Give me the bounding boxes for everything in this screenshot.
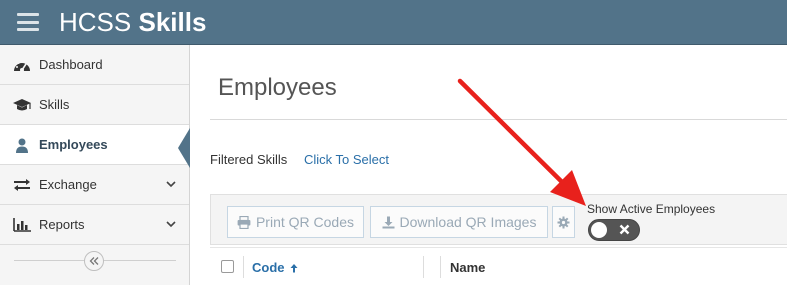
download-qr-images-label: Download QR Images bbox=[399, 214, 537, 230]
collapse-sidebar-button[interactable] bbox=[84, 251, 104, 271]
gear-icon bbox=[557, 216, 570, 228]
print-qr-codes-label: Print QR Codes bbox=[255, 214, 355, 230]
click-to-select-link[interactable]: Click To Select bbox=[304, 152, 389, 168]
menu-icon[interactable] bbox=[17, 13, 39, 31]
exchange-icon bbox=[12, 177, 32, 193]
sidebar-item-label: Dashboard bbox=[39, 57, 103, 72]
close-icon bbox=[619, 224, 630, 235]
column-separator bbox=[440, 256, 441, 278]
double-chevron-left-icon bbox=[89, 257, 99, 265]
column-separator bbox=[243, 256, 244, 278]
filtered-skills-label: Filtered Skills bbox=[210, 152, 288, 167]
top-bar: HCSS Skills bbox=[0, 0, 787, 45]
print-icon bbox=[237, 215, 251, 229]
sort-ascending-icon bbox=[290, 264, 298, 273]
column-header-code[interactable]: Code bbox=[252, 260, 285, 276]
user-icon bbox=[12, 137, 32, 153]
show-active-employees-label: Show Active Employees bbox=[587, 202, 716, 216]
sidebar-item-label: Reports bbox=[39, 217, 85, 232]
sidebar-item-skills[interactable]: Skills bbox=[0, 85, 189, 125]
sidebar-item-label: Skills bbox=[39, 97, 70, 112]
sidebar: Dashboard Skills Employees Exchange Repo… bbox=[0, 45, 190, 285]
graduation-cap-icon bbox=[12, 97, 32, 113]
toggle-knob bbox=[591, 222, 607, 238]
print-qr-codes-button[interactable]: Print QR Codes bbox=[227, 206, 364, 238]
sidebar-item-exchange[interactable]: Exchange bbox=[0, 165, 189, 205]
column-separator bbox=[423, 256, 424, 278]
show-active-employees-toggle[interactable] bbox=[588, 219, 640, 241]
page-title: Employees bbox=[218, 74, 337, 101]
sidebar-item-label: Employees bbox=[39, 137, 108, 152]
select-all-checkbox[interactable] bbox=[221, 260, 234, 273]
brand-name: Skills bbox=[138, 7, 207, 37]
divider bbox=[210, 119, 787, 120]
sidebar-item-dashboard[interactable]: Dashboard bbox=[0, 45, 189, 85]
settings-button[interactable] bbox=[552, 206, 575, 238]
sidebar-item-label: Exchange bbox=[39, 177, 97, 192]
chevron-down-icon bbox=[165, 178, 177, 190]
brand-prefix: HCSS bbox=[59, 7, 132, 37]
app-brand[interactable]: HCSS Skills bbox=[59, 7, 206, 37]
employees-table-header: Code Name bbox=[210, 247, 787, 285]
download-icon bbox=[382, 216, 395, 228]
main-content: Employees Filtered Skills Click To Selec… bbox=[191, 45, 787, 285]
chevron-down-icon bbox=[165, 218, 177, 230]
dashboard-icon bbox=[12, 57, 32, 73]
sidebar-item-reports[interactable]: Reports bbox=[0, 205, 189, 245]
active-item-indicator bbox=[178, 128, 190, 168]
sidebar-item-employees[interactable]: Employees bbox=[0, 125, 189, 165]
download-qr-images-button[interactable]: Download QR Images bbox=[370, 206, 548, 238]
bar-chart-icon bbox=[12, 217, 32, 233]
column-header-name[interactable]: Name bbox=[450, 260, 485, 276]
